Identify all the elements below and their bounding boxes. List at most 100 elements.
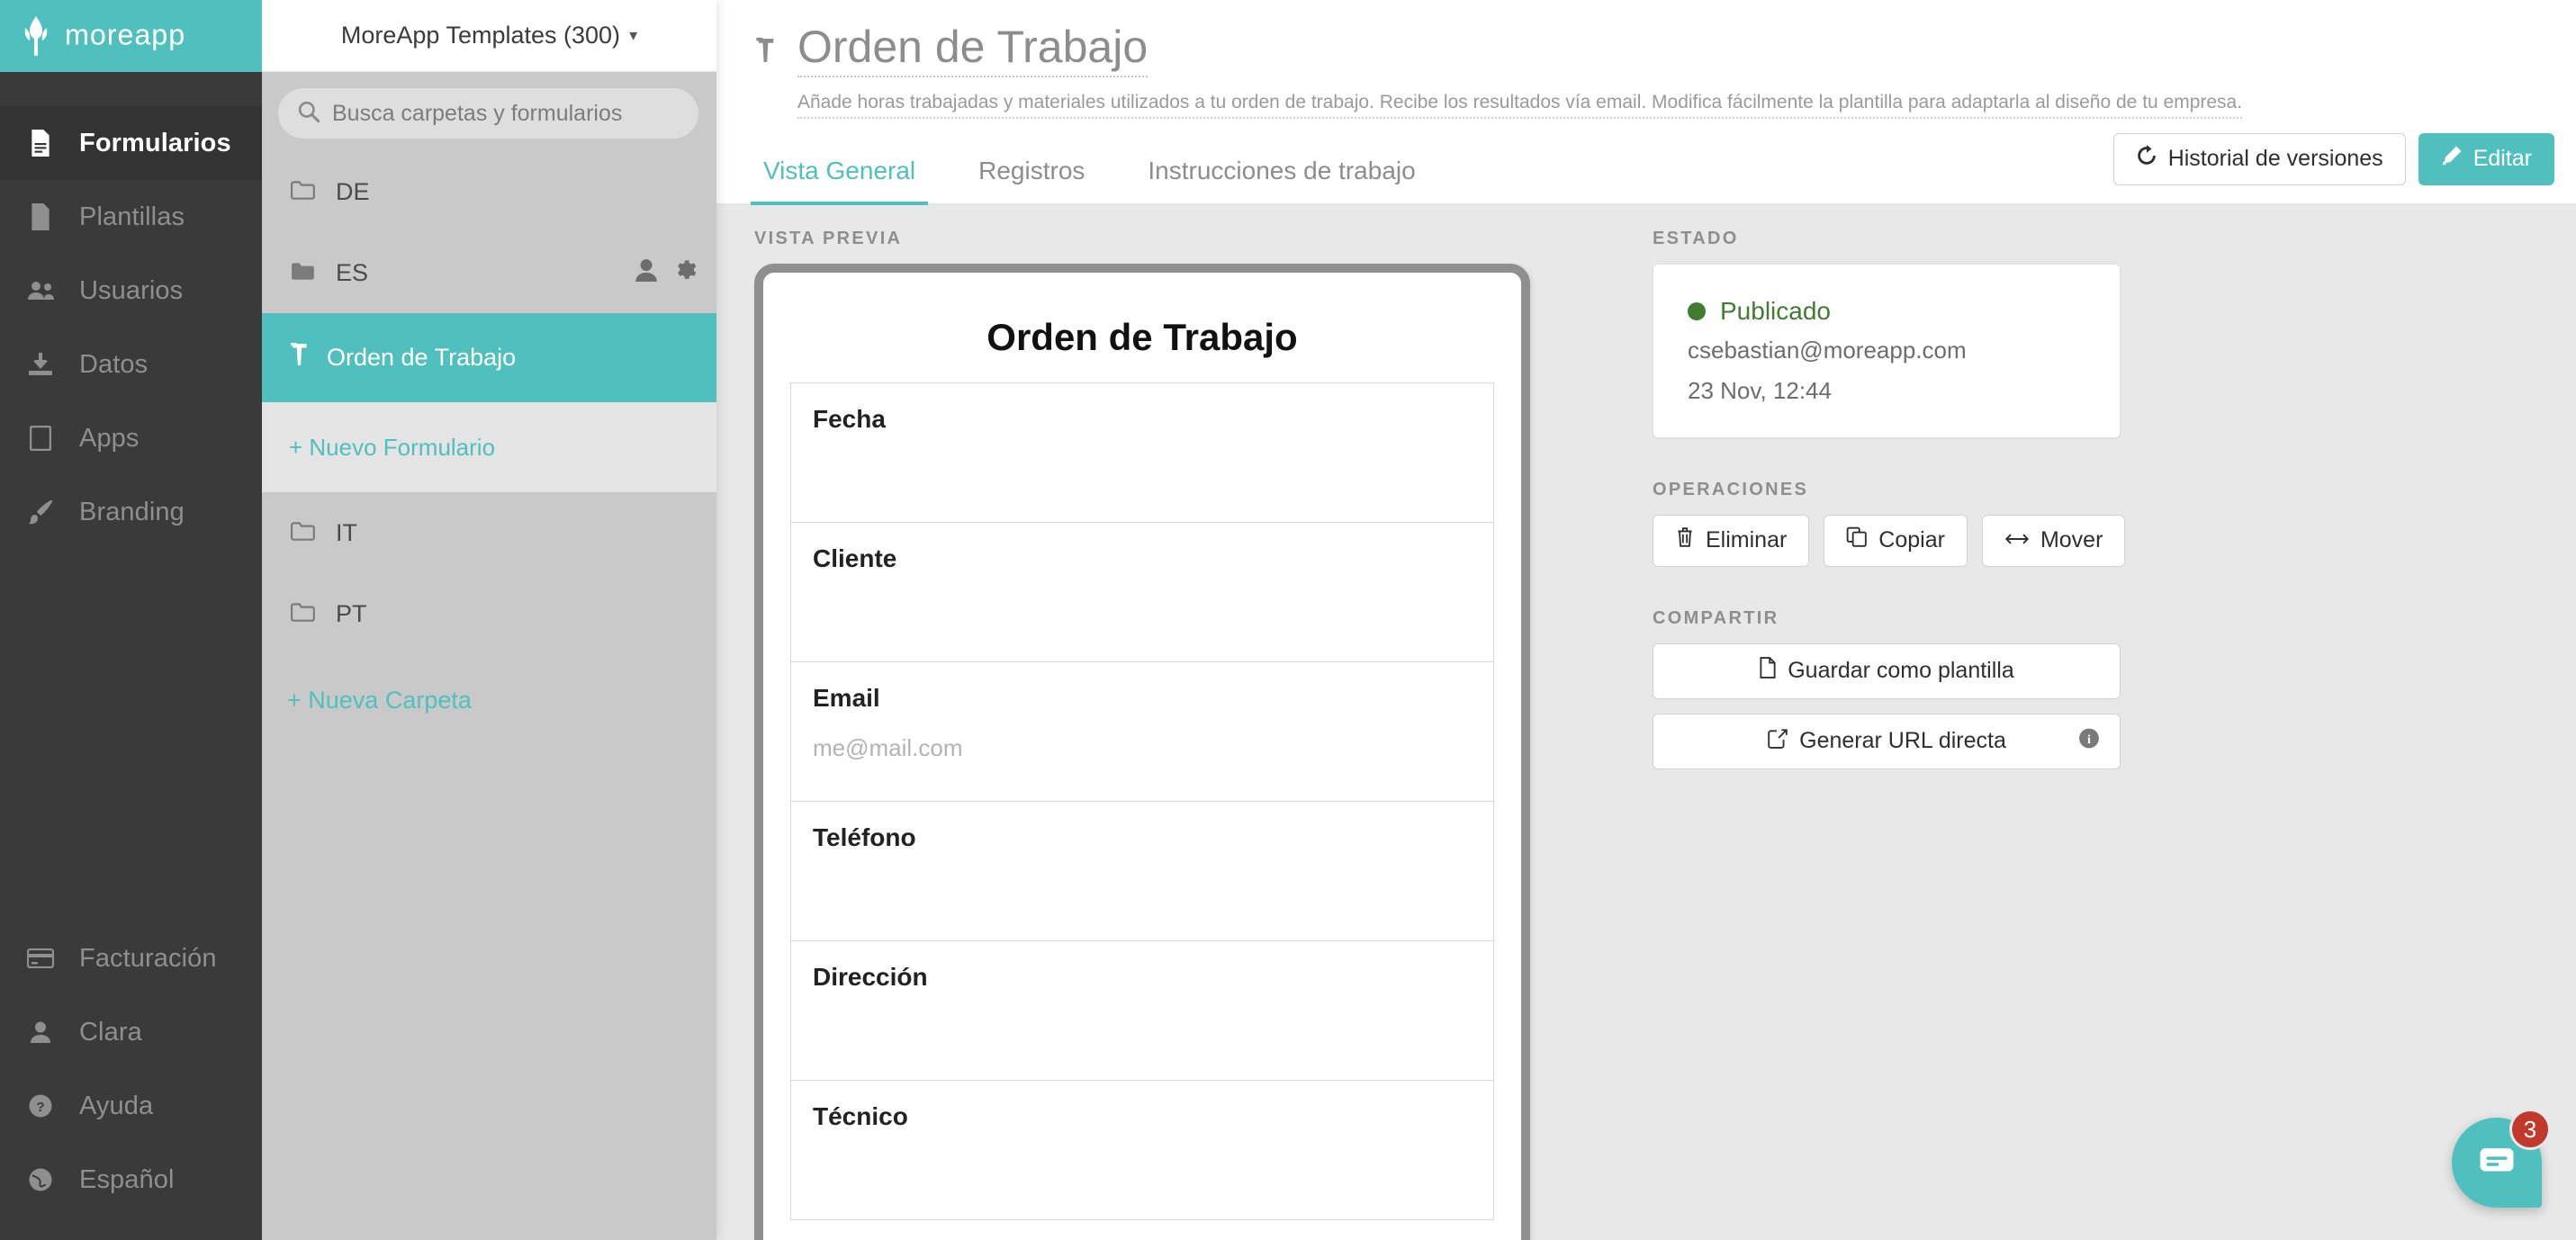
new-folder-button[interactable]: + Nueva Carpeta bbox=[262, 654, 716, 714]
sidebar-item-label: Español bbox=[79, 1164, 175, 1194]
preview-field-email[interactable]: Email me@mail.com bbox=[791, 662, 1493, 802]
info-icon[interactable]: i bbox=[2078, 727, 2100, 755]
credit-card-icon bbox=[25, 948, 56, 968]
file-icon bbox=[1759, 657, 1777, 685]
new-folder-label: + Nueva Carpeta bbox=[287, 687, 472, 714]
version-history-label: Historial de versiones bbox=[2167, 146, 2383, 171]
preview-field-direccion[interactable]: Dirección bbox=[791, 941, 1493, 1081]
sidebar-item-label: Clara bbox=[79, 1017, 142, 1047]
tab-registros[interactable]: Registros bbox=[966, 157, 1097, 203]
new-form-label: + Nuevo Formulario bbox=[289, 433, 496, 461]
folder-open-icon bbox=[291, 259, 316, 287]
tab-instrucciones-de-trabajo[interactable]: Instrucciones de trabajo bbox=[1135, 157, 1428, 203]
save-as-template-label: Guardar como plantilla bbox=[1788, 658, 2014, 684]
form-row-orden-de-trabajo[interactable]: Orden de Trabajo bbox=[262, 313, 716, 402]
moreapp-leaf-logo-icon bbox=[20, 16, 52, 56]
version-history-button[interactable]: Historial de versiones bbox=[2112, 132, 2406, 185]
status-section-label: ESTADO bbox=[1653, 228, 1739, 248]
sidebar-item-branding[interactable]: Branding bbox=[0, 475, 262, 549]
tab-vista-general[interactable]: Vista General bbox=[751, 156, 929, 205]
history-icon bbox=[2136, 145, 2157, 173]
page-title[interactable]: Orden de Trabajo bbox=[797, 23, 1148, 77]
generate-direct-url-button[interactable]: Generar URL directa i bbox=[1653, 713, 2121, 769]
account-selector[interactable]: MoreApp Templates (300) ▾ bbox=[262, 0, 716, 72]
chat-bubble-icon bbox=[2479, 1147, 2515, 1179]
tab-bar: Vista General Registros Instrucciones de… bbox=[716, 132, 2576, 205]
download-icon bbox=[25, 353, 56, 376]
search-box[interactable] bbox=[278, 88, 698, 139]
header-actions: Historial de versiones Editar bbox=[2112, 132, 2554, 185]
phone-screen: Orden de Trabajo Fecha Cliente Email me@… bbox=[763, 273, 1521, 1220]
sidebar-item-label: Usuarios bbox=[79, 275, 184, 305]
page-description[interactable]: Añade horas trabajadas y materiales util… bbox=[797, 92, 2243, 119]
sidebar-item-label: Facturación bbox=[79, 943, 217, 973]
folder-settings-gear-icon[interactable] bbox=[672, 257, 697, 288]
sidebar-item-label: Ayuda bbox=[79, 1091, 154, 1120]
folder-panel: MoreApp Templates (300) ▾ DE bbox=[262, 0, 716, 1240]
status-badge: Publicado bbox=[1688, 297, 2085, 326]
search-input[interactable] bbox=[332, 100, 679, 127]
users-icon bbox=[25, 280, 56, 301]
sidebar-item-formularios[interactable]: Formularios bbox=[0, 106, 262, 180]
trash-icon bbox=[1675, 526, 1695, 554]
edit-label: Editar bbox=[2472, 146, 2532, 171]
left-sidebar: moreapp Formularios Plantillas Usuarios … bbox=[0, 0, 262, 1240]
sidebar-item-facturacion[interactable]: Facturación bbox=[0, 921, 262, 995]
sidebar-item-datos[interactable]: Datos bbox=[0, 328, 262, 401]
save-as-template-button[interactable]: Guardar como plantilla bbox=[1653, 642, 2121, 699]
sidebar-item-espanol[interactable]: Español bbox=[0, 1143, 262, 1217]
search-icon bbox=[298, 101, 320, 127]
field-label: Teléfono bbox=[813, 822, 916, 851]
operations-buttons: Eliminar Copiar Mover bbox=[1653, 514, 2576, 567]
search-wrap bbox=[262, 72, 716, 151]
preview-column: VISTA PREVIA Orden de Trabajo Fecha Clie… bbox=[716, 229, 1626, 1240]
copy-button[interactable]: Copiar bbox=[1824, 514, 1968, 567]
folder-row-es[interactable]: ES bbox=[262, 232, 716, 313]
status-timestamp: 23 Nov, 12:44 bbox=[1688, 376, 1832, 404]
status-card: Publicado csebastian@moreapp.com 23 Nov,… bbox=[1653, 263, 2121, 438]
sidebar-item-apps[interactable]: Apps bbox=[0, 401, 262, 475]
sidebar-item-label: Datos bbox=[79, 349, 149, 379]
folder-permissions-user-icon[interactable] bbox=[635, 258, 658, 288]
field-label: Técnico bbox=[813, 1101, 908, 1130]
share-section-label: COMPARTIR bbox=[1653, 607, 1779, 628]
new-form-button[interactable]: + Nuevo Formulario bbox=[262, 402, 716, 492]
page-header: Orden de Trabajo Añade horas trabajadas … bbox=[716, 0, 2576, 119]
phone-preview-frame: Orden de Trabajo Fecha Cliente Email me@… bbox=[754, 263, 1530, 1240]
form-label: Orden de Trabajo bbox=[327, 344, 517, 371]
folder-label: IT bbox=[336, 518, 357, 546]
user-icon bbox=[25, 1021, 56, 1043]
chat-widget-button[interactable]: 3 bbox=[2452, 1109, 2551, 1208]
folder-outline-icon bbox=[291, 519, 316, 547]
content-area: VISTA PREVIA Orden de Trabajo Fecha Clie… bbox=[716, 204, 2576, 1240]
folder-row-de[interactable]: DE bbox=[262, 151, 716, 232]
globe-icon bbox=[25, 1168, 56, 1191]
delete-button[interactable]: Eliminar bbox=[1653, 514, 1810, 567]
svg-text:i: i bbox=[2087, 732, 2091, 747]
edit-button[interactable]: Editar bbox=[2418, 132, 2554, 185]
folder-outline-icon bbox=[291, 178, 316, 206]
pencil-icon bbox=[2441, 145, 2463, 173]
sidebar-item-usuarios[interactable]: Usuarios bbox=[0, 254, 262, 328]
sidebar-item-ayuda[interactable]: ? Ayuda bbox=[0, 1069, 262, 1143]
preview-field-telefono[interactable]: Teléfono bbox=[791, 802, 1493, 941]
preview-field-fecha[interactable]: Fecha bbox=[791, 383, 1493, 523]
field-placeholder: me@mail.com bbox=[813, 733, 963, 761]
folder-row-it[interactable]: IT bbox=[262, 492, 716, 573]
folder-label: PT bbox=[336, 599, 367, 627]
move-button[interactable]: Mover bbox=[1981, 514, 2126, 567]
sidebar-item-plantillas[interactable]: Plantillas bbox=[0, 180, 262, 254]
status-dot-icon bbox=[1688, 301, 1706, 320]
sidebar-item-clara[interactable]: Clara bbox=[0, 995, 262, 1069]
preview-field-cliente[interactable]: Cliente bbox=[791, 523, 1493, 662]
folder-row-pt[interactable]: PT bbox=[262, 573, 716, 654]
details-column: ESTADO Publicado csebastian@moreapp.com … bbox=[1626, 229, 2576, 1240]
field-label: Cliente bbox=[813, 544, 897, 572]
folder-list: DE ES Orden de Trabajo + Nuevo Formulari… bbox=[262, 151, 716, 1240]
account-name: MoreApp Templates (300) bbox=[340, 22, 621, 49]
tab-label: Vista General bbox=[763, 156, 916, 184]
move-label: Mover bbox=[2040, 527, 2103, 553]
preview-field-tecnico[interactable]: Técnico bbox=[791, 1081, 1493, 1220]
sidebar-item-label: Plantillas bbox=[79, 202, 185, 231]
